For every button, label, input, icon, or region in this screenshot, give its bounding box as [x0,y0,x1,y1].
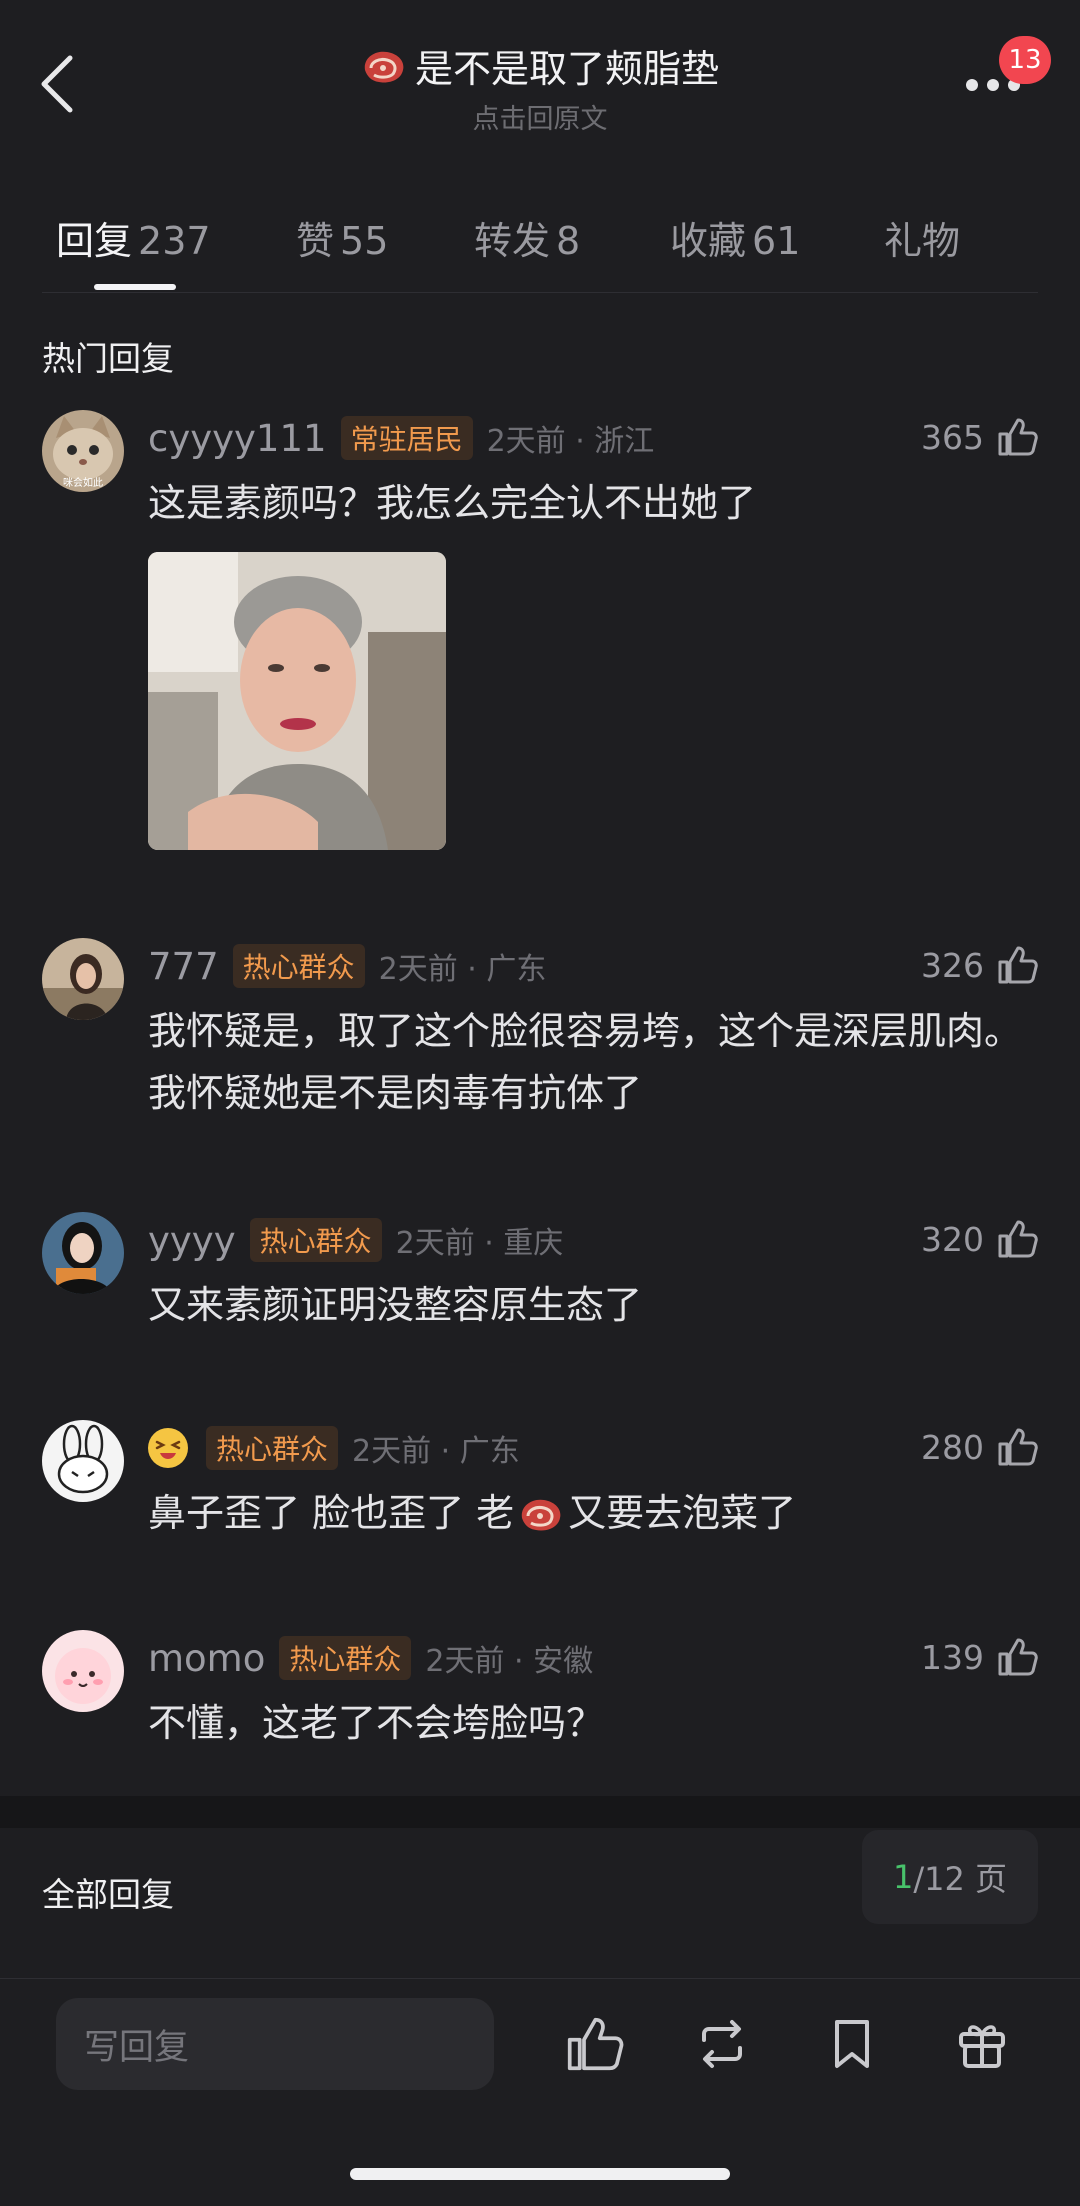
like-button[interactable]: 139 [921,1636,1038,1678]
like-count: 139 [921,1637,984,1677]
timestamp-location: 2天前 · 安徽 [425,1644,594,1679]
like-count: 326 [921,945,984,985]
comment-text: 又来素颜证明没整容原生态了 [148,1283,643,1327]
laughing-emoji-icon [148,1428,188,1468]
username[interactable]: 777 [148,945,219,988]
top-bar: 是不是取了颊脂垫 点击回原文 13 [0,0,1080,150]
user-badge: 热心群众 [206,1426,339,1470]
comment-text: 不懂，这老了不会垮脸吗？ [148,1701,605,1745]
comment-text: 这是素颜吗？我怎么完全认不出她了 [148,481,757,525]
avatar[interactable] [42,1212,124,1294]
avatar[interactable] [42,1420,124,1502]
current-page: 1 [892,1858,914,1896]
page-indicator[interactable]: 1/12 页 [862,1830,1038,1924]
page-title: 是不是取了颊脂垫 [361,38,719,93]
avatar-caption: 咪会如此 [63,478,103,489]
username[interactable]: momo [148,1637,265,1680]
active-tab-indicator [94,284,176,290]
like-count: 365 [921,417,984,457]
header-title-area[interactable]: 是不是取了颊脂垫 点击回原文 [0,38,1080,136]
gift-icon[interactable] [952,2014,1012,2074]
like-count: 280 [921,1427,984,1467]
tab-reposts[interactable]: 转发 8 [474,210,580,265]
composer-divider [0,1978,1080,1979]
section-separator [0,1796,1080,1828]
thumbs-up-icon [998,418,1038,456]
hot-replies-heading: 热门回复 [42,339,174,378]
timestamp-location: 2天前 · 重庆 [395,1226,564,1261]
tab-replies[interactable]: 回复 237 [56,210,211,265]
bookmark-icon[interactable] [822,2014,882,2074]
like-button[interactable]: 365 [921,416,1038,458]
tab-bar: 回复 237 赞 55 转发 8 收藏 61 礼物 [40,196,1040,296]
avatar[interactable] [42,1630,124,1712]
tab-favorites[interactable]: 收藏 61 [670,210,800,265]
tab-likes[interactable]: 赞 55 [296,210,388,265]
user-badge: 常驻居民 [340,416,473,460]
repost-icon[interactable] [692,2014,752,2074]
notification-badge: 13 [999,36,1051,84]
like-post-icon[interactable] [564,2014,624,2074]
user-badge: 热心群众 [232,944,365,988]
comment-photo[interactable] [148,552,446,850]
thumbs-up-icon [998,1638,1038,1676]
view-original-link[interactable]: 点击回原文 [0,97,1080,136]
avatar[interactable]: 咪会如此 [42,410,124,492]
timestamp-location: 2天前 · 广东 [378,952,547,987]
comment-text: 鼻子歪了 脸也歪了 老又要去泡菜了 [148,1491,797,1535]
page-title-text: 是不是取了颊脂垫 [414,47,719,91]
user-badge: 热心群众 [279,1636,412,1680]
thumbs-up-icon [998,1220,1038,1258]
all-replies-heading: 全部回复 [42,1875,174,1914]
like-button[interactable]: 280 [921,1426,1038,1468]
username[interactable]: cyyyy111 [148,417,327,460]
avatar[interactable] [42,938,124,1020]
tab-divider [42,292,1038,293]
steak-icon [364,51,404,82]
total-pages: /12 页 [913,1860,1008,1898]
reply-input[interactable]: 写回复 [56,1998,494,2090]
comment-text: 我怀疑是，取了这个脸很容易垮，这个是深层肌肉。我怀疑她是不是肉毒有抗体了 [148,1009,1023,1115]
thumbs-up-icon [998,1428,1038,1466]
user-badge: 热心群众 [249,1218,382,1262]
thumbs-up-icon [998,946,1038,984]
home-indicator [350,2168,730,2180]
timestamp-location: 2天前 · 浙江 [486,424,655,459]
timestamp-location: 2天前 · 广东 [352,1434,520,1469]
username[interactable]: yyyy [148,1219,236,1262]
steak-icon [521,1499,561,1531]
like-count: 320 [921,1219,984,1259]
like-button[interactable]: 320 [921,1218,1038,1260]
tab-gifts[interactable]: 礼物 [884,210,960,265]
like-button[interactable]: 326 [921,944,1038,986]
